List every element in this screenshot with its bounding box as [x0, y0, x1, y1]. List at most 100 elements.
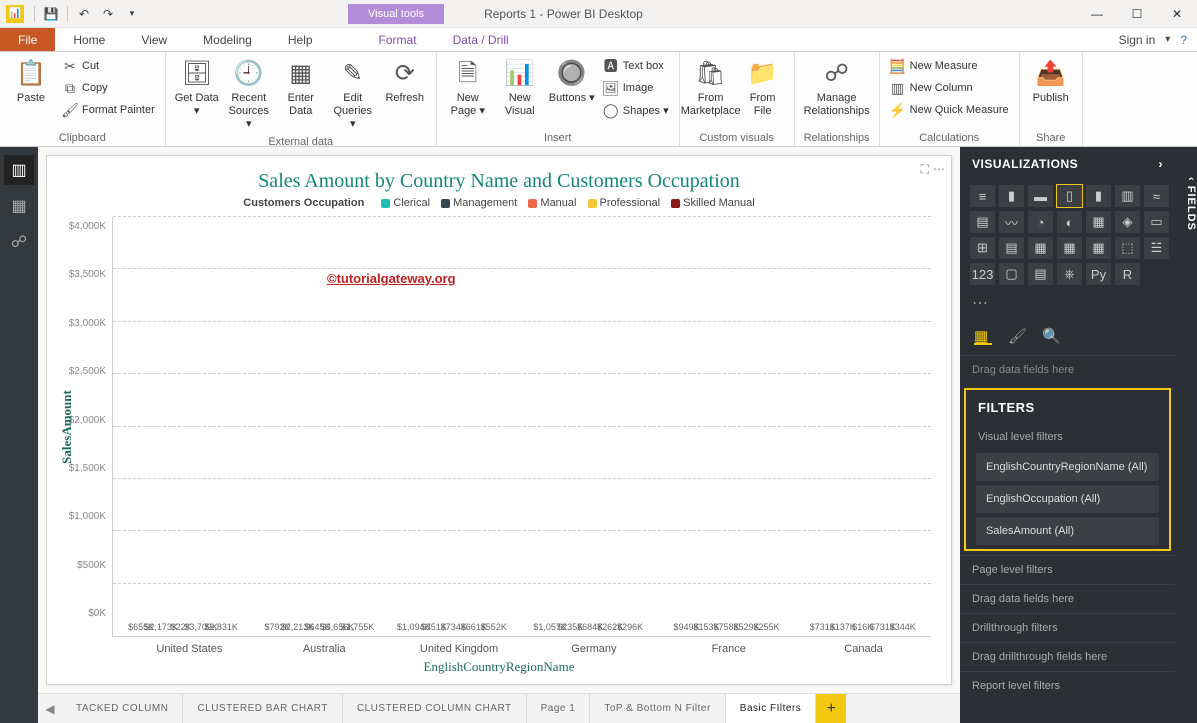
vis-type-icon[interactable]: ▦ [1057, 237, 1082, 259]
title-bar: 📊 💾 ↶ ↷ ▼ Visual tools Reports 1 - Power… [0, 0, 1197, 28]
tab-data-drill[interactable]: Data / Drill [435, 28, 527, 51]
maximize-button[interactable]: ☐ [1117, 0, 1157, 28]
report-view-icon[interactable]: ▥ [4, 155, 34, 185]
buttons-button[interactable]: 🔘Buttons ▾ [547, 56, 597, 107]
group-label: Insert [443, 130, 673, 146]
image-button[interactable]: 🖼Image [599, 78, 673, 98]
new-quick-measure-button[interactable]: ⚡New Quick Measure [886, 100, 1013, 120]
group-label: Custom visuals [686, 130, 788, 146]
vis-type-icon[interactable]: ▤ [970, 211, 995, 233]
shapes-button[interactable]: ◯Shapes ▾ [599, 100, 673, 120]
vis-type-icon[interactable]: 〰 [999, 211, 1024, 233]
enter-data-button[interactable]: ▦Enter Data [276, 56, 326, 120]
tab-home[interactable]: Home [55, 28, 123, 51]
tab-scroll-left[interactable]: ◀ [38, 694, 62, 723]
qat-more-icon[interactable]: ▼ [122, 4, 142, 24]
page-tab[interactable]: Basic FIlters [726, 694, 817, 723]
collapse-icon[interactable]: › [1159, 157, 1164, 171]
chevron-down-icon[interactable]: ▾ [1165, 34, 1170, 45]
minimize-button[interactable]: — [1077, 0, 1117, 28]
data-view-icon[interactable]: ▦ [4, 191, 34, 221]
new-column-button[interactable]: ▥New Column [886, 78, 1013, 98]
report-canvas[interactable]: ⛶ ⋯ Sales Amount by Country Name and Cus… [46, 155, 952, 685]
manage-relationships-button[interactable]: ☍Manage Relationships [801, 56, 873, 120]
paste-button[interactable]: 📋Paste [6, 56, 56, 107]
from-file-button[interactable]: 📁From File [738, 56, 788, 120]
format-painter-button[interactable]: 🖌Format Painter [58, 100, 159, 120]
page-tab[interactable]: ToP & Bottom N Filter [590, 694, 725, 723]
more-options-icon[interactable]: ⋯ [933, 162, 945, 177]
vis-type-icon[interactable]: Py [1086, 263, 1111, 285]
vis-type-icon[interactable]: ▮ [999, 185, 1024, 207]
vis-type-icon[interactable]: ◈ [1115, 211, 1140, 233]
vis-type-icon[interactable]: ▯ [1057, 185, 1082, 207]
page-tab[interactable]: TACKED COLUMN [62, 694, 183, 723]
vis-type-icon[interactable]: ▦ [1086, 237, 1111, 259]
edit-queries-button[interactable]: ✎Edit Queries ▾ [328, 56, 378, 134]
chart-title: Sales Amount by Country Name and Custome… [47, 156, 951, 197]
vis-type-icon[interactable]: ▮ [1086, 185, 1111, 207]
focus-mode-icon[interactable]: ⛶ [921, 162, 929, 177]
group-label: Share [1026, 130, 1076, 146]
vis-type-icon[interactable]: ▤ [1028, 263, 1053, 285]
filter-item[interactable]: SalesAmount (All) [976, 517, 1159, 545]
vis-type-icon[interactable]: ▭ [1144, 211, 1169, 233]
tab-view[interactable]: View [123, 28, 185, 51]
fields-pane-collapsed[interactable]: ‹ FIELDS [1175, 147, 1197, 723]
vis-type-icon[interactable]: ≡ [970, 185, 995, 207]
y-axis-label: SalesAmount [59, 390, 75, 464]
vis-type-icon[interactable]: ⬚ [1115, 237, 1140, 259]
visualizations-pane: VISUALIZATIONS› ≡▮▬▯▮▥≈▤〰◔◐▦◈▭⊞▤▦▦▦⬚☱123… [960, 147, 1175, 723]
x-axis: United StatesAustraliaUnited KingdomGerm… [47, 637, 951, 655]
recent-sources-button[interactable]: 🕘Recent Sources ▾ [224, 56, 274, 134]
x-axis-label: EnglishCountryRegionName [47, 655, 951, 679]
refresh-button[interactable]: ⟳Refresh [380, 56, 430, 107]
vis-type-icon[interactable]: ▬ [1028, 185, 1053, 207]
file-tab[interactable]: File [0, 28, 55, 51]
publish-button[interactable]: 📤Publish [1026, 56, 1076, 107]
visual-level-filters-label: Visual level filters [966, 425, 1169, 449]
vis-type-icon[interactable]: ◔ [1028, 211, 1053, 233]
get-data-button[interactable]: 🗄Get Data ▾ [172, 56, 222, 120]
undo-icon[interactable]: ↶ [74, 4, 94, 24]
new-measure-button[interactable]: 🧮New Measure [886, 56, 1013, 76]
new-visual-button[interactable]: 📊New Visual [495, 56, 545, 120]
page-tab[interactable]: Page 1 [527, 694, 591, 723]
cut-button[interactable]: ✂Cut [58, 56, 159, 76]
save-icon[interactable]: 💾 [41, 4, 61, 24]
vis-type-icon[interactable]: ☱ [1144, 237, 1169, 259]
sign-in-link[interactable]: Sign in [1119, 33, 1156, 47]
model-view-icon[interactable]: ☍ [4, 227, 34, 257]
vis-type-icon[interactable]: ▢ [999, 263, 1024, 285]
add-page-button[interactable]: + [816, 694, 846, 723]
redo-icon[interactable]: ↷ [98, 4, 118, 24]
filter-item[interactable]: EnglishOccupation (All) [976, 485, 1159, 513]
tab-help[interactable]: Help [270, 28, 331, 51]
analytics-tab-icon[interactable]: 🔍 [1042, 327, 1060, 345]
page-tab[interactable]: CLUSTERED BAR CHART [183, 694, 342, 723]
vis-type-icon[interactable]: ≈ [1144, 185, 1169, 207]
vis-type-icon[interactable]: ▦ [1028, 237, 1053, 259]
vis-type-icon[interactable]: R [1115, 263, 1140, 285]
vis-type-icon[interactable]: ▤ [999, 237, 1024, 259]
filter-item[interactable]: EnglishCountryRegionName (All) [976, 453, 1159, 481]
copy-button[interactable]: ⧉Copy [58, 78, 159, 98]
vis-type-icon[interactable]: 123 [970, 263, 995, 285]
tab-modeling[interactable]: Modeling [185, 28, 270, 51]
fields-tab-icon[interactable]: ▦ [974, 327, 992, 345]
vis-type-icon[interactable]: ⊞ [970, 237, 995, 259]
help-icon[interactable]: ? [1180, 33, 1187, 47]
page-tab[interactable]: CLUSTERED COLUMN CHART [343, 694, 527, 723]
vis-type-icon[interactable]: ▦ [1086, 211, 1111, 233]
tab-format[interactable]: Format [361, 28, 435, 51]
from-marketplace-button[interactable]: 🛍From Marketplace [686, 56, 736, 120]
more-visuals-icon[interactable]: ⋯ [960, 289, 1175, 317]
format-tab-icon[interactable]: 🖌 [1008, 327, 1026, 345]
vis-type-icon[interactable]: ⎈ [1057, 263, 1082, 285]
text-box-button[interactable]: 🅰Text box [599, 56, 673, 76]
window-title: Reports 1 - Power BI Desktop [484, 7, 643, 21]
vis-type-icon[interactable]: ▥ [1115, 185, 1140, 207]
close-button[interactable]: ✕ [1157, 0, 1197, 28]
vis-type-icon[interactable]: ◐ [1057, 211, 1082, 233]
new-page-button[interactable]: 🗎New Page ▾ [443, 56, 493, 120]
